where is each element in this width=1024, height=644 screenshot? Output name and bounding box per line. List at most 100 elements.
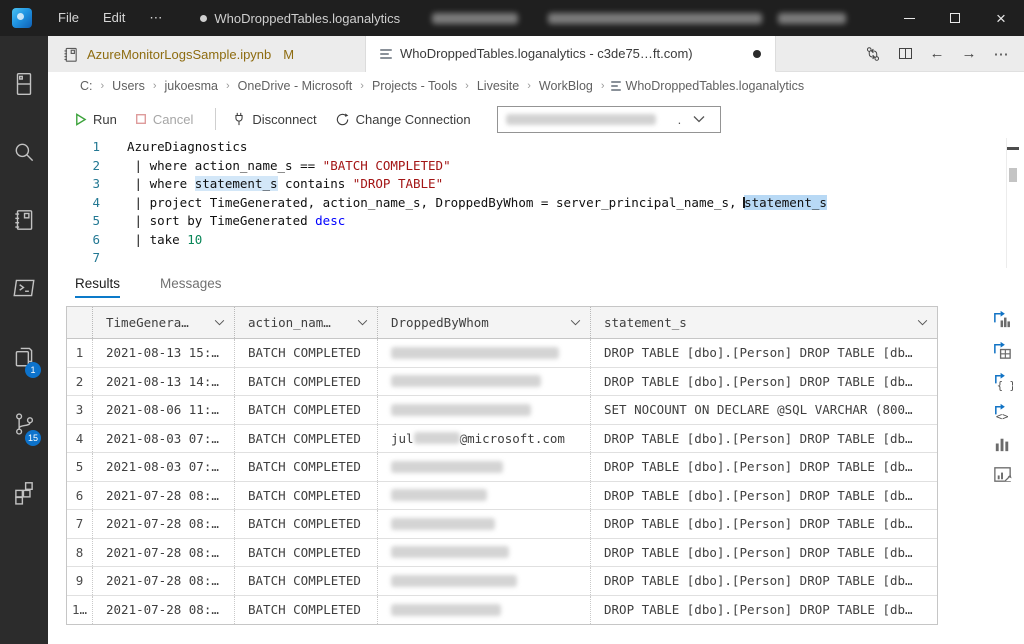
chevron-down-icon[interactable] (917, 319, 928, 326)
change-connection-button[interactable]: Change Connection (335, 112, 471, 127)
sidebar-item-connections[interactable] (0, 50, 48, 118)
connection-dropdown[interactable]: . (497, 106, 721, 133)
droppedbywhom-cell[interactable]: jul@microsoft.com (378, 425, 591, 453)
droppedbywhom-cell[interactable] (378, 567, 591, 595)
action-name-cell[interactable]: BATCH COMPLETED (235, 396, 378, 424)
navigate-back-icon[interactable]: ← (924, 41, 950, 67)
breadcrumb-item[interactable]: Livesite (475, 79, 521, 93)
tab-results[interactable]: Results (75, 276, 120, 298)
sidebar-item-source-control[interactable]: 15 (0, 390, 48, 458)
tab-whodroppedtables[interactable]: WhoDroppedTables.loganalytics - c3de75…f… (366, 36, 776, 72)
timegenerated-cell[interactable]: 2021-08-03 07:… (93, 453, 235, 481)
open-changes-icon[interactable] (860, 41, 886, 67)
timegenerated-cell[interactable]: 2021-08-13 14:… (93, 368, 235, 396)
chevron-down-icon[interactable] (214, 319, 225, 326)
row-number-cell[interactable]: 5 (67, 453, 93, 481)
droppedbywhom-cell[interactable] (378, 482, 591, 510)
droppedbywhom-cell[interactable] (378, 453, 591, 481)
statement-cell[interactable]: DROP TABLE [dbo].[Person] DROP TABLE [db… (591, 596, 937, 625)
editor-scrollbar[interactable] (1006, 138, 1022, 268)
editor-line[interactable]: 2 | where action_name_s == "BATCH COMPLE… (48, 157, 1024, 176)
navigate-forward-icon[interactable]: → (956, 41, 982, 67)
save-as-xml-icon[interactable]: <> (990, 401, 1014, 423)
table-row[interactable]: 82021-07-28 08:…BATCH COMPLETEDDROP TABL… (67, 539, 937, 568)
row-number-cell[interactable]: 6 (67, 482, 93, 510)
droppedbywhom-cell[interactable] (378, 339, 591, 367)
column-header-statement[interactable]: statement_s (591, 307, 937, 338)
visualizer-icon[interactable] (990, 463, 1014, 485)
breadcrumb-item[interactable]: WorkBlog (537, 79, 595, 93)
row-number-cell[interactable]: 7 (67, 510, 93, 538)
row-number-cell[interactable]: 1… (67, 596, 93, 625)
breadcrumb-item[interactable]: Users (110, 79, 147, 93)
action-name-cell[interactable]: BATCH COMPLETED (235, 368, 378, 396)
close-button[interactable]: × (978, 0, 1024, 36)
action-name-cell[interactable]: BATCH COMPLETED (235, 567, 378, 595)
editor-line[interactable]: 7 (48, 249, 1024, 268)
sidebar-item-terminal[interactable] (0, 254, 48, 322)
droppedbywhom-cell[interactable] (378, 510, 591, 538)
table-row[interactable]: 32021-08-06 11:…BATCH COMPLETED SET NOCOU… (67, 396, 937, 425)
sidebar-item-extensions[interactable] (0, 458, 48, 526)
statement-cell[interactable]: DROP TABLE [dbo].[Person] DROP TABLE [db… (591, 567, 937, 595)
chevron-down-icon[interactable] (357, 319, 368, 326)
grid-corner-cell[interactable] (67, 307, 93, 338)
menu-file[interactable]: File (46, 0, 91, 36)
editor-line[interactable]: 5 | sort by TimeGenerated desc (48, 212, 1024, 231)
minimize-button[interactable] (886, 0, 932, 36)
table-row[interactable]: 42021-08-03 07:…BATCH COMPLETEDjul@micro… (67, 425, 937, 454)
maximize-button[interactable] (932, 0, 978, 36)
editor-line[interactable]: 3 | where statement_s contains "DROP TAB… (48, 175, 1024, 194)
column-header-droppedbywhom[interactable]: DroppedByWhom (378, 307, 591, 338)
scrollbar-thumb[interactable] (1009, 168, 1017, 182)
query-editor[interactable]: 1AzureDiagnostics2 | where action_name_s… (48, 138, 1024, 268)
statement-cell[interactable]: DROP TABLE [dbo].[Person] DROP TABLE [db… (591, 425, 937, 453)
disconnect-button[interactable]: Disconnect (232, 112, 316, 127)
action-name-cell[interactable]: BATCH COMPLETED (235, 482, 378, 510)
table-row[interactable]: 62021-07-28 08:…BATCH COMPLETEDDROP TABL… (67, 482, 937, 511)
sidebar-item-notebooks[interactable] (0, 186, 48, 254)
droppedbywhom-cell[interactable] (378, 396, 591, 424)
table-row[interactable]: 22021-08-13 14:…BATCH COMPLETEDDROP TABL… (67, 368, 937, 397)
droppedbywhom-cell[interactable] (378, 596, 591, 625)
statement-cell[interactable]: DROP TABLE [dbo].[Person] DROP TABLE [db… (591, 482, 937, 510)
row-number-cell[interactable]: 2 (67, 368, 93, 396)
breadcrumb-file[interactable]: WhoDroppedTables.loganalytics (611, 79, 805, 93)
statement-cell[interactable]: DROP TABLE [dbo].[Person] DROP TABLE [db… (591, 453, 937, 481)
statement-cell[interactable]: DROP TABLE [dbo].[Person] DROP TABLE [db… (591, 339, 937, 367)
column-header-timegenerated[interactable]: TimeGenera… (93, 307, 235, 338)
table-row[interactable]: 92021-07-28 08:…BATCH COMPLETEDDROP TABL… (67, 567, 937, 596)
action-name-cell[interactable]: BATCH COMPLETED (235, 596, 378, 625)
table-row[interactable]: 12021-08-13 15:…BATCH COMPLETEDDROP TABL… (67, 339, 937, 368)
sidebar-item-azure-resources[interactable]: 1 (0, 322, 48, 390)
breadcrumb-item[interactable]: Projects - Tools (370, 79, 459, 93)
table-row[interactable]: 72021-07-28 08:…BATCH COMPLETED DROP TABL… (67, 510, 937, 539)
droppedbywhom-cell[interactable] (378, 539, 591, 567)
row-number-cell[interactable]: 3 (67, 396, 93, 424)
row-number-cell[interactable]: 4 (67, 425, 93, 453)
save-as-json-icon[interactable]: { } (990, 370, 1014, 392)
row-number-cell[interactable]: 9 (67, 567, 93, 595)
tab-azuremonitorlogssample[interactable]: AzureMonitorLogsSample.ipynb M (48, 36, 366, 72)
split-editor-icon[interactable] (892, 41, 918, 67)
action-name-cell[interactable]: BATCH COMPLETED (235, 339, 378, 367)
statement-cell[interactable]: DROP TABLE [dbo].[Person] DROP TABLE [db… (591, 510, 937, 538)
breadcrumb-item[interactable]: C: (78, 79, 95, 93)
timegenerated-cell[interactable]: 2021-08-13 15:… (93, 339, 235, 367)
sidebar-item-search[interactable] (0, 118, 48, 186)
statement-cell[interactable]: SET NOCOUNT ON DECLARE @SQL VARCHAR (800… (591, 396, 937, 424)
timegenerated-cell[interactable]: 2021-07-28 08:… (93, 510, 235, 538)
tab-messages[interactable]: Messages (160, 276, 222, 298)
editor-line[interactable]: 6 | take 10 (48, 231, 1024, 250)
row-number-cell[interactable]: 8 (67, 539, 93, 567)
timegenerated-cell[interactable]: 2021-07-28 08:… (93, 596, 235, 625)
column-header-action-name[interactable]: action_nam… (235, 307, 378, 338)
menu-edit[interactable]: Edit (91, 0, 137, 36)
save-as-csv-icon[interactable] (990, 308, 1014, 330)
action-name-cell[interactable]: BATCH COMPLETED (235, 510, 378, 538)
action-name-cell[interactable]: BATCH COMPLETED (235, 453, 378, 481)
table-row[interactable]: 1…2021-07-28 08:…BATCH COMPLETED DROP TAB… (67, 596, 937, 625)
table-row[interactable]: 52021-08-03 07:…BATCH COMPLETED DROP TABL… (67, 453, 937, 482)
timegenerated-cell[interactable]: 2021-08-06 11:… (93, 396, 235, 424)
action-name-cell[interactable]: BATCH COMPLETED (235, 425, 378, 453)
